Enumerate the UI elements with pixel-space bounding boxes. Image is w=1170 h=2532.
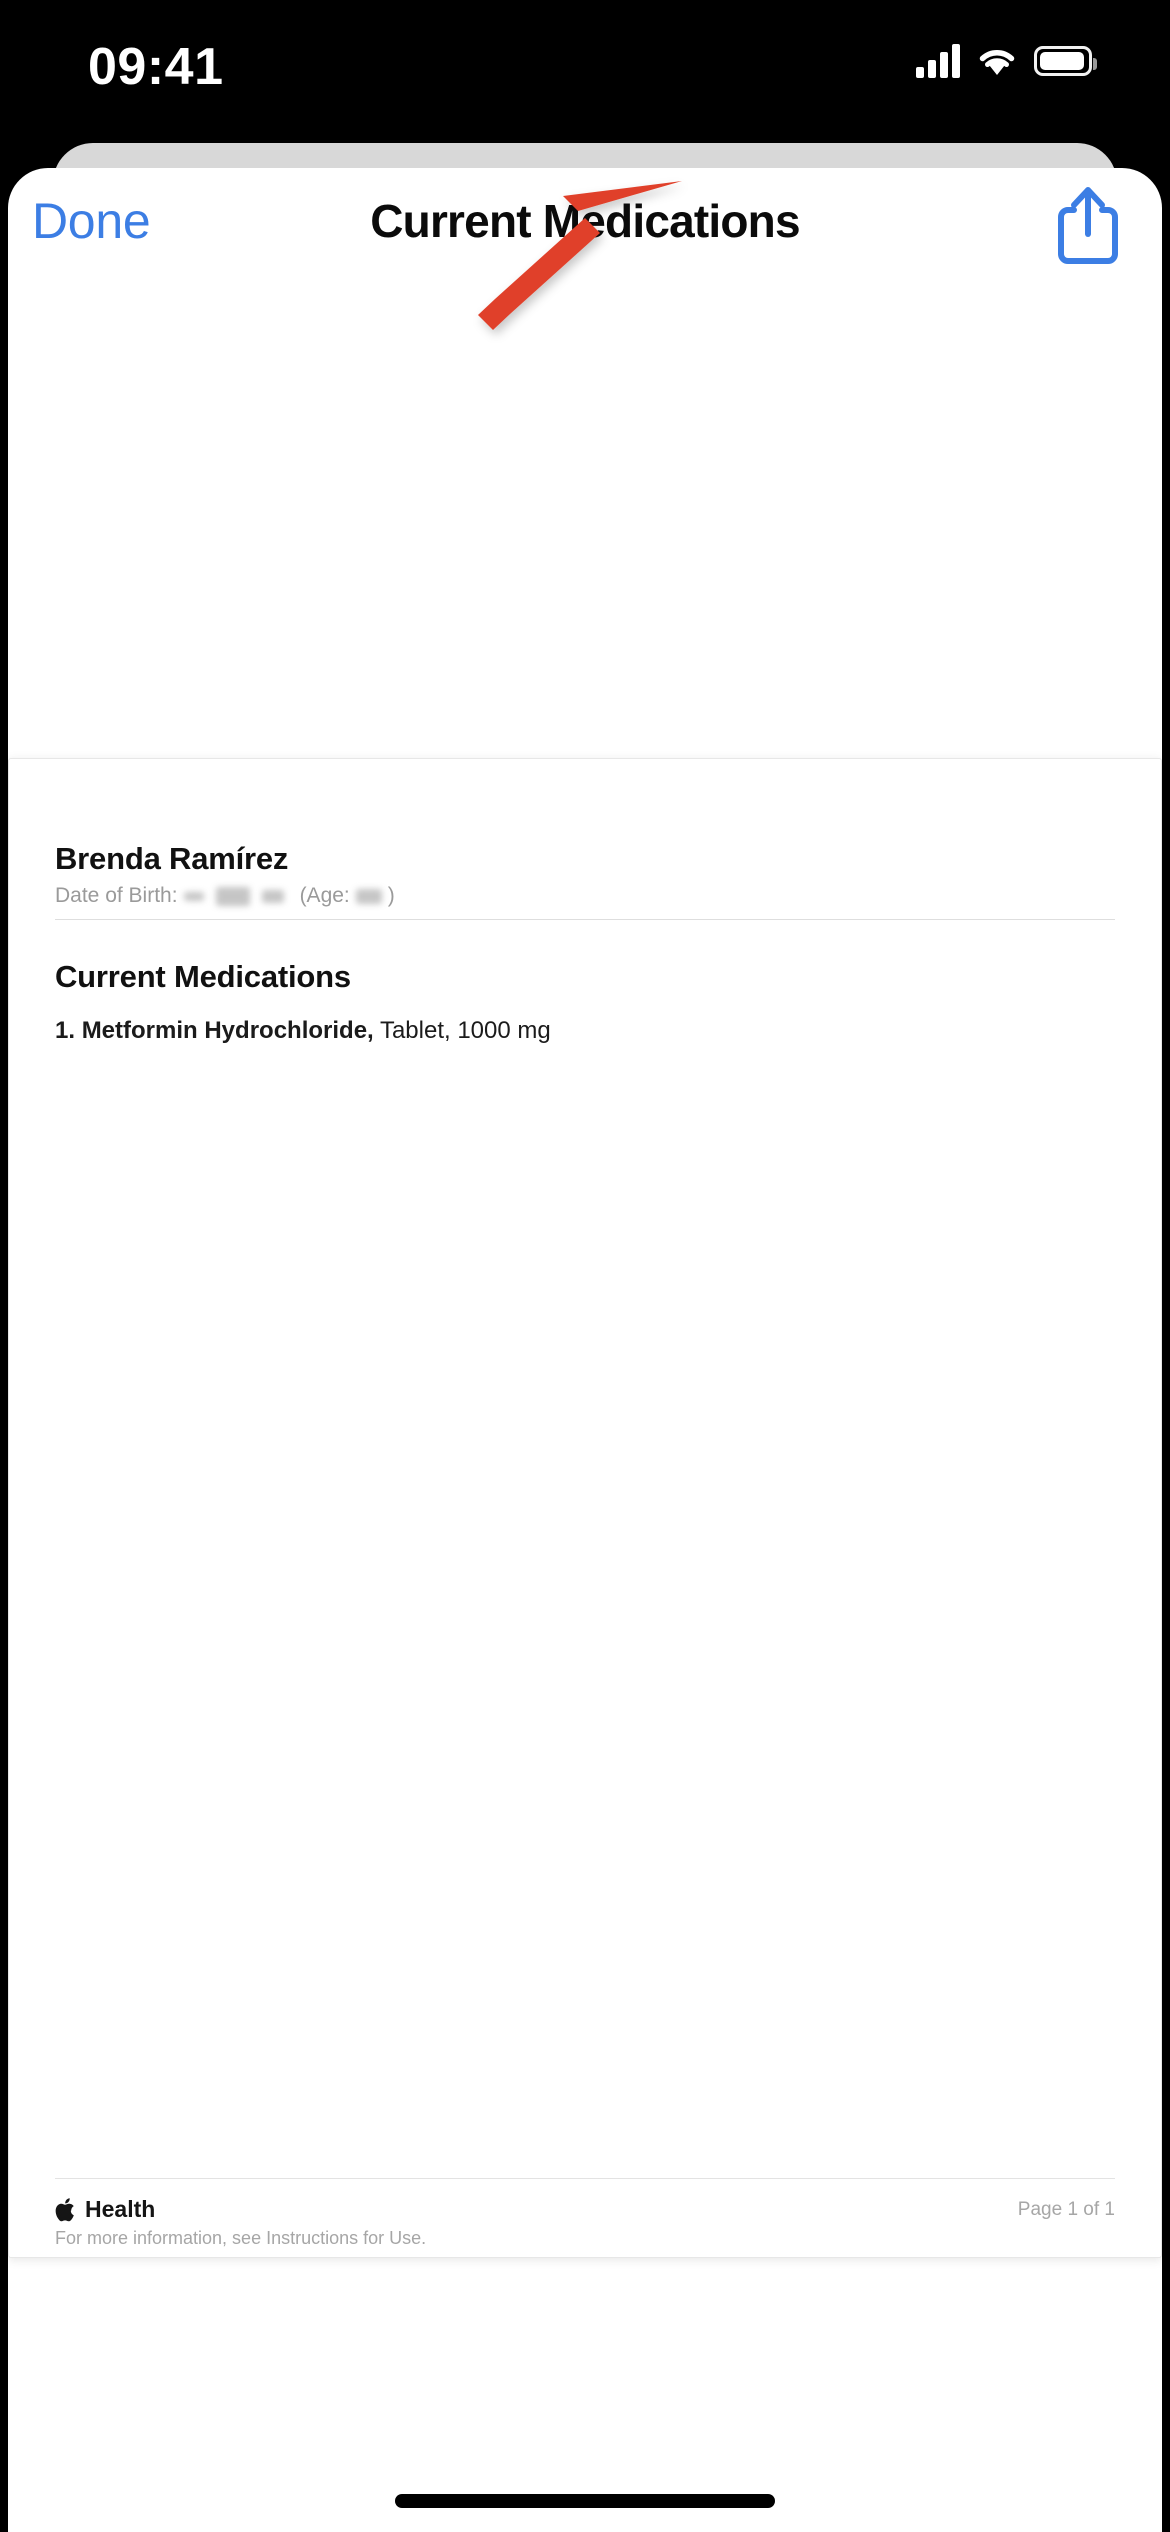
footer-divider (55, 2178, 1115, 2179)
document-preview-page[interactable]: Brenda Ramírez Date of Birth: (Age: ) Cu… (8, 758, 1162, 2258)
footer-brand-label: Health (85, 2196, 156, 2222)
medication-name: Metformin Hydrochloride, (81, 1017, 374, 1044)
iphone-screen: 09:41 Done Current Medications Brenda Ra… (0, 0, 1170, 2532)
dob-label: Date of Birth: (55, 884, 178, 907)
medication-details: Tablet, 1000 mg (379, 1017, 551, 1044)
footer-page-number: Page 1 of 1 (1017, 2199, 1115, 2220)
home-indicator (395, 2494, 775, 2508)
share-icon[interactable] (1052, 182, 1124, 268)
document-section-title: Current Medications (55, 959, 351, 994)
medication-list-item: 1. Metformin Hydrochloride, Tablet, 1000… (55, 1017, 551, 1045)
redacted-dob-part-3 (261, 889, 284, 903)
footer-note: For more information, see Instructions f… (55, 2228, 427, 2248)
navigation-bar: Done Current Medications (8, 168, 1162, 288)
header-divider (55, 919, 1115, 920)
medications-sheet: Done Current Medications Brenda Ramírez … (8, 168, 1162, 2532)
patient-name: Brenda Ramírez (55, 841, 289, 876)
medication-index: 1. (55, 1017, 76, 1044)
redacted-dob-part-2 (215, 886, 250, 906)
page-title: Current Medications (370, 195, 800, 247)
battery-full-icon (1034, 46, 1097, 76)
apple-logo-icon (55, 2197, 77, 2223)
wifi-icon (976, 45, 1018, 77)
age-label-open: (Age: (299, 884, 350, 907)
cellular-signal-icon (916, 44, 960, 78)
status-bar-time: 09:41 (88, 38, 224, 96)
footer-brand: Health (55, 2196, 155, 2223)
status-bar: 09:41 (0, 0, 1170, 145)
status-bar-indicators (916, 44, 1097, 78)
redacted-dob-part-1 (183, 891, 204, 901)
age-label-close: ) (387, 884, 395, 907)
redacted-age-value (355, 888, 382, 904)
patient-date-of-birth: Date of Birth: (Age: ) (55, 884, 395, 908)
